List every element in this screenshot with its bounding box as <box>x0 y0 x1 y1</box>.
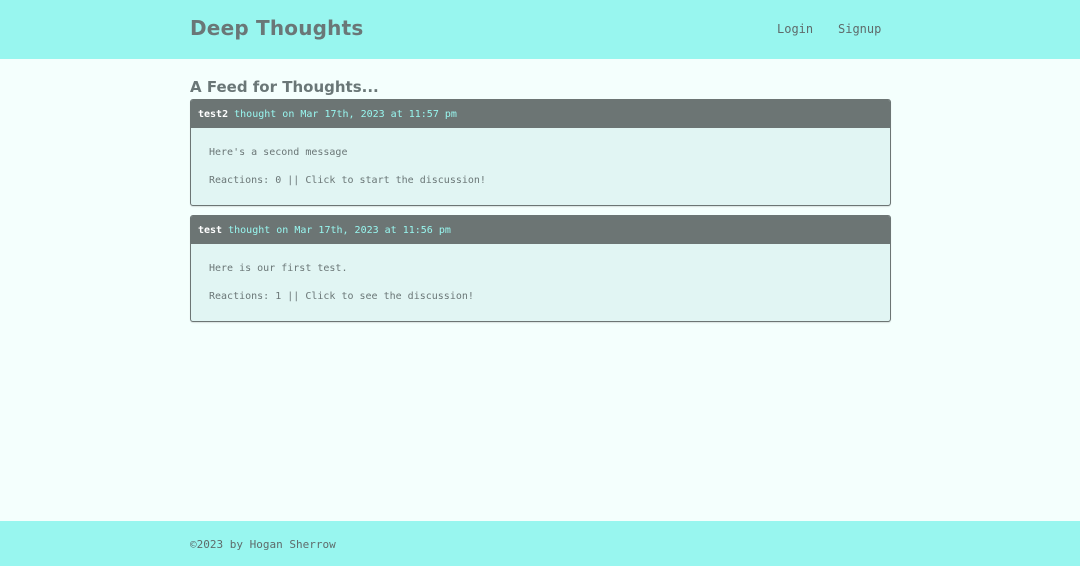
thought-card-header: test2 thought on Mar 17th, 2023 at 11:57… <box>191 100 890 128</box>
site-header: Deep Thoughts Login Signup <box>0 0 1080 59</box>
copyright-text: ©2023 by Hogan Sherrow <box>190 538 336 551</box>
thought-timestamp: thought on Mar 17th, 2023 at 11:57 pm <box>234 109 457 120</box>
thought-card-body: Here's a second message Reactions: 0 || … <box>191 128 890 187</box>
reactions-link[interactable]: Reactions: 0 || Click to start the discu… <box>209 175 872 187</box>
site-footer: ©2023 by Hogan Sherrow <box>0 521 1080 566</box>
thought-username[interactable]: test2 <box>198 109 228 120</box>
thought-text: Here is our first test. <box>209 263 348 274</box>
thought-card: test2 thought on Mar 17th, 2023 at 11:57… <box>190 99 891 206</box>
thought-timestamp: thought on Mar 17th, 2023 at 11:56 pm <box>228 225 451 236</box>
thought-text: Here's a second message <box>209 147 348 158</box>
nav-signup-link[interactable]: Signup <box>838 22 881 36</box>
thought-username[interactable]: test <box>198 225 222 236</box>
nav-login-link[interactable]: Login <box>777 22 813 36</box>
reactions-link[interactable]: Reactions: 1 || Click to see the discuss… <box>209 291 872 303</box>
brand-title[interactable]: Deep Thoughts <box>190 16 364 40</box>
thought-card-body: Here is our first test. Reactions: 1 || … <box>191 244 890 303</box>
feed-heading: A Feed for Thoughts... <box>190 78 379 96</box>
thought-card-header: test thought on Mar 17th, 2023 at 11:56 … <box>191 216 890 244</box>
thought-card: test thought on Mar 17th, 2023 at 11:56 … <box>190 215 891 322</box>
